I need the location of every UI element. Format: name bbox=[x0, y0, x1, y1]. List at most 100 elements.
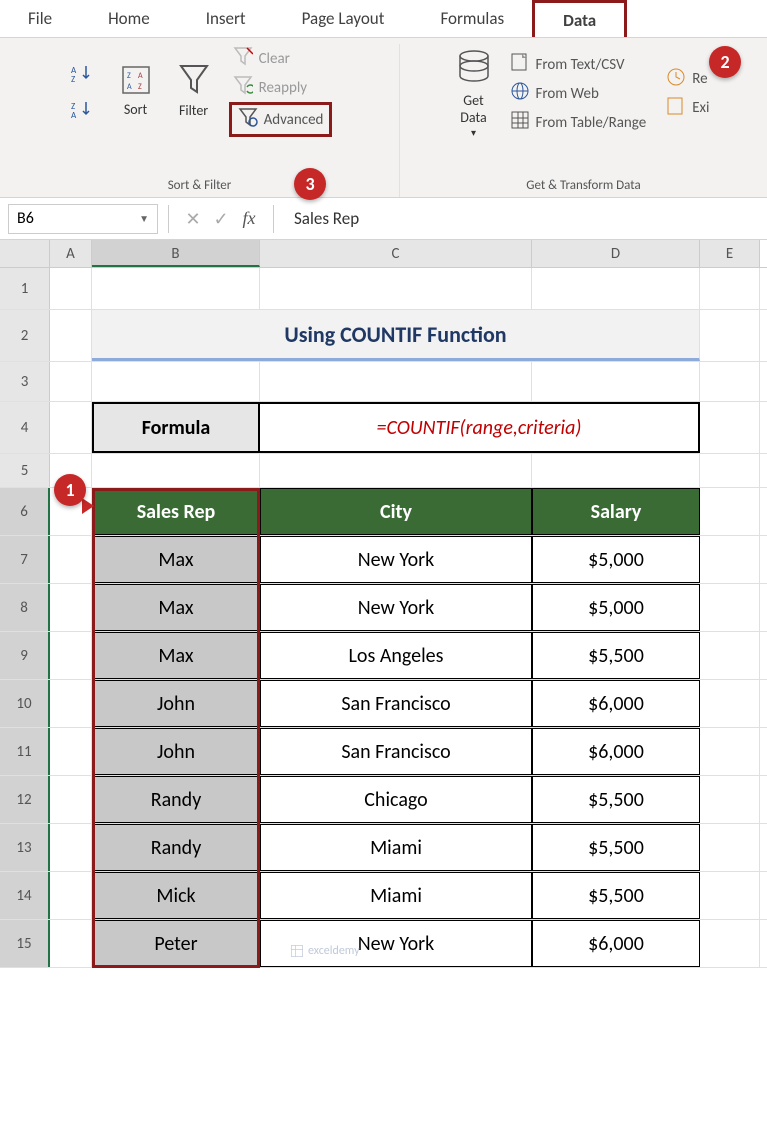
cell-A8[interactable] bbox=[50, 584, 92, 631]
advanced-button[interactable]: Advanced bbox=[229, 102, 333, 137]
cell-A3[interactable] bbox=[50, 362, 92, 401]
cell-E11[interactable] bbox=[700, 728, 760, 775]
cell-C12[interactable]: Chicago bbox=[260, 776, 532, 823]
from-csv-button[interactable]: From Text/CSV bbox=[506, 50, 629, 79]
cell-E3[interactable] bbox=[700, 362, 760, 401]
cell-D1[interactable] bbox=[532, 268, 700, 309]
cell-B8[interactable]: Max bbox=[92, 584, 260, 631]
cell-C8[interactable]: New York bbox=[260, 584, 532, 631]
cell-D14[interactable]: $5,500 bbox=[532, 872, 700, 919]
cell-B14[interactable]: Mick bbox=[92, 872, 260, 919]
sort-asc-button[interactable]: AZ bbox=[67, 61, 105, 85]
get-data-button[interactable]: Get Data ▾ bbox=[448, 44, 500, 143]
filter-button[interactable]: Filter bbox=[171, 58, 217, 123]
col-header-E[interactable]: E bbox=[700, 240, 760, 267]
enter-formula-button[interactable]: ✓ bbox=[207, 208, 235, 230]
row-header-2[interactable]: 2 bbox=[0, 310, 50, 361]
cell-C9[interactable]: Los Angeles bbox=[260, 632, 532, 679]
cell-E7[interactable] bbox=[700, 536, 760, 583]
cell-D7[interactable]: $5,000 bbox=[532, 536, 700, 583]
fx-button[interactable]: fx bbox=[235, 208, 263, 229]
sort-desc-button[interactable]: ZA bbox=[67, 97, 105, 121]
row-header-4[interactable]: 4 bbox=[0, 402, 50, 453]
cell-E9[interactable] bbox=[700, 632, 760, 679]
row-header-12[interactable]: 12 bbox=[0, 776, 50, 823]
cell-E2[interactable] bbox=[700, 310, 760, 361]
cell-B10[interactable]: John bbox=[92, 680, 260, 727]
cell-C1[interactable] bbox=[260, 268, 532, 309]
cell-D3[interactable] bbox=[532, 362, 700, 401]
cell-A15[interactable] bbox=[50, 920, 92, 967]
cancel-formula-button[interactable]: ✕ bbox=[179, 208, 207, 230]
cell-D9[interactable]: $5,500 bbox=[532, 632, 700, 679]
recent-button[interactable]: Re bbox=[662, 65, 711, 94]
cell-A10[interactable] bbox=[50, 680, 92, 727]
col-header-D[interactable]: D bbox=[532, 240, 700, 267]
cell-C10[interactable]: San Francisco bbox=[260, 680, 532, 727]
row-header-3[interactable]: 3 bbox=[0, 362, 50, 401]
cell-B12[interactable]: Randy bbox=[92, 776, 260, 823]
cell-B9[interactable]: Max bbox=[92, 632, 260, 679]
from-web-button[interactable]: From Web bbox=[506, 79, 603, 108]
cell-A12[interactable] bbox=[50, 776, 92, 823]
row-header-9[interactable]: 9 bbox=[0, 632, 50, 679]
cell-A13[interactable] bbox=[50, 824, 92, 871]
cell-D8[interactable]: $5,000 bbox=[532, 584, 700, 631]
cell-E5[interactable] bbox=[700, 454, 760, 487]
tab-data[interactable]: Data bbox=[532, 0, 627, 37]
header-city[interactable]: City bbox=[260, 488, 532, 535]
tab-pagelayout[interactable]: Page Layout bbox=[274, 0, 413, 37]
cell-A14[interactable] bbox=[50, 872, 92, 919]
tab-insert[interactable]: Insert bbox=[178, 0, 274, 37]
formula-input[interactable]: Sales Rep bbox=[284, 208, 767, 229]
cell-C14[interactable]: Miami bbox=[260, 872, 532, 919]
cell-C5[interactable] bbox=[260, 454, 532, 487]
cell-C3[interactable] bbox=[260, 362, 532, 401]
cell-D12[interactable]: $5,500 bbox=[532, 776, 700, 823]
cell-D15[interactable]: $6,000 bbox=[532, 920, 700, 967]
cell-B15[interactable]: Peter bbox=[92, 920, 260, 967]
title-cell[interactable]: Using COUNTIF Function bbox=[92, 310, 700, 361]
cell-E13[interactable] bbox=[700, 824, 760, 871]
formula-label-cell[interactable]: Formula bbox=[92, 402, 260, 453]
cell-A9[interactable] bbox=[50, 632, 92, 679]
row-header-8[interactable]: 8 bbox=[0, 584, 50, 631]
header-salesrep[interactable]: Sales Rep bbox=[92, 488, 260, 535]
row-header-11[interactable]: 11 bbox=[0, 728, 50, 775]
row-header-15[interactable]: 15 bbox=[0, 920, 50, 967]
cell-C13[interactable]: Miami bbox=[260, 824, 532, 871]
cell-B11[interactable]: John bbox=[92, 728, 260, 775]
row-header-1[interactable]: 1 bbox=[0, 268, 50, 309]
cell-D13[interactable]: $5,500 bbox=[532, 824, 700, 871]
cell-E1[interactable] bbox=[700, 268, 760, 309]
cell-E12[interactable] bbox=[700, 776, 760, 823]
existing-button[interactable]: Exi bbox=[662, 94, 713, 123]
tab-home[interactable]: Home bbox=[80, 0, 178, 37]
cell-D10[interactable]: $6,000 bbox=[532, 680, 700, 727]
tab-file[interactable]: File bbox=[0, 0, 80, 37]
row-header-5[interactable]: 5 bbox=[0, 454, 50, 487]
cell-A1[interactable] bbox=[50, 268, 92, 309]
reapply-button[interactable]: Reapply bbox=[229, 73, 312, 102]
cell-E15[interactable] bbox=[700, 920, 760, 967]
formula-value-cell[interactable]: =COUNTIF(range,criteria) bbox=[260, 402, 700, 453]
cell-E10[interactable] bbox=[700, 680, 760, 727]
col-header-A[interactable]: A bbox=[50, 240, 92, 267]
cell-D5[interactable] bbox=[532, 454, 700, 487]
header-salary[interactable]: Salary bbox=[532, 488, 700, 535]
cell-E6[interactable] bbox=[700, 488, 760, 535]
col-header-B[interactable]: B bbox=[92, 240, 260, 267]
select-all-corner[interactable] bbox=[0, 240, 50, 267]
row-header-13[interactable]: 13 bbox=[0, 824, 50, 871]
cell-A7[interactable] bbox=[50, 536, 92, 583]
cell-B3[interactable] bbox=[92, 362, 260, 401]
cell-A11[interactable] bbox=[50, 728, 92, 775]
cell-A4[interactable] bbox=[50, 402, 92, 453]
col-header-C[interactable]: C bbox=[260, 240, 532, 267]
sort-button[interactable]: ZAAZ Sort bbox=[111, 59, 161, 122]
cell-E8[interactable] bbox=[700, 584, 760, 631]
cell-E14[interactable] bbox=[700, 872, 760, 919]
row-header-7[interactable]: 7 bbox=[0, 536, 50, 583]
row-header-14[interactable]: 14 bbox=[0, 872, 50, 919]
cell-E4[interactable] bbox=[700, 402, 760, 453]
